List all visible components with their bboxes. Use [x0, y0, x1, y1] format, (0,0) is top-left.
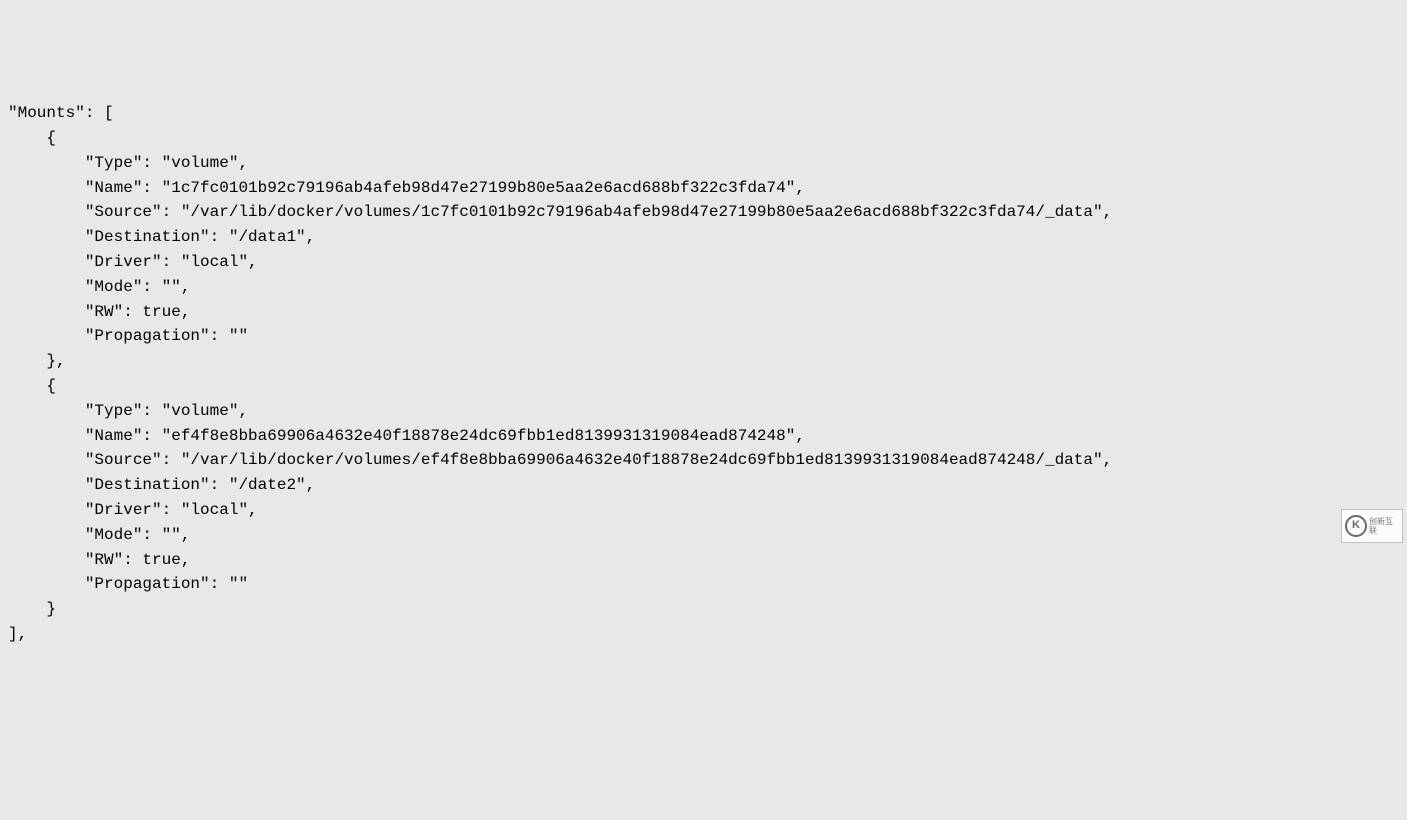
- code-line: "Source": "/var/lib/docker/volumes/ef4f8…: [8, 451, 1112, 469]
- code-line: "Propagation": "": [8, 575, 248, 593]
- code-block: "Mounts": [ { "Type": "volume", "Name": …: [0, 99, 1407, 647]
- code-line: "Name": "ef4f8e8bba69906a4632e40f18878e2…: [8, 427, 805, 445]
- code-line: "Source": "/var/lib/docker/volumes/1c7fc…: [8, 203, 1112, 221]
- code-line: "RW": true,: [8, 303, 190, 321]
- watermark-text: 创新互联: [1369, 517, 1399, 535]
- code-line: "Destination": "/data1",: [8, 228, 315, 246]
- code-line: }: [8, 600, 56, 618]
- code-line: ],: [8, 625, 27, 643]
- code-line: {: [8, 129, 56, 147]
- code-line: "Driver": "local",: [8, 253, 258, 271]
- code-line: "Destination": "/date2",: [8, 476, 315, 494]
- code-line: "Propagation": "": [8, 327, 248, 345]
- code-line: {: [8, 377, 56, 395]
- code-line: "Mode": "",: [8, 278, 190, 296]
- code-line: "Mounts": [: [8, 104, 114, 122]
- code-line: "Driver": "local",: [8, 501, 258, 519]
- watermark-logo-icon: K: [1345, 515, 1367, 537]
- code-line: },: [8, 352, 66, 370]
- code-line: "Type": "volume",: [8, 402, 248, 420]
- code-line: "RW": true,: [8, 551, 190, 569]
- code-line: "Name": "1c7fc0101b92c79196ab4afeb98d47e…: [8, 179, 805, 197]
- watermark: K 创新互联: [1341, 509, 1403, 543]
- code-line: "Type": "volume",: [8, 154, 248, 172]
- code-line: "Mode": "",: [8, 526, 190, 544]
